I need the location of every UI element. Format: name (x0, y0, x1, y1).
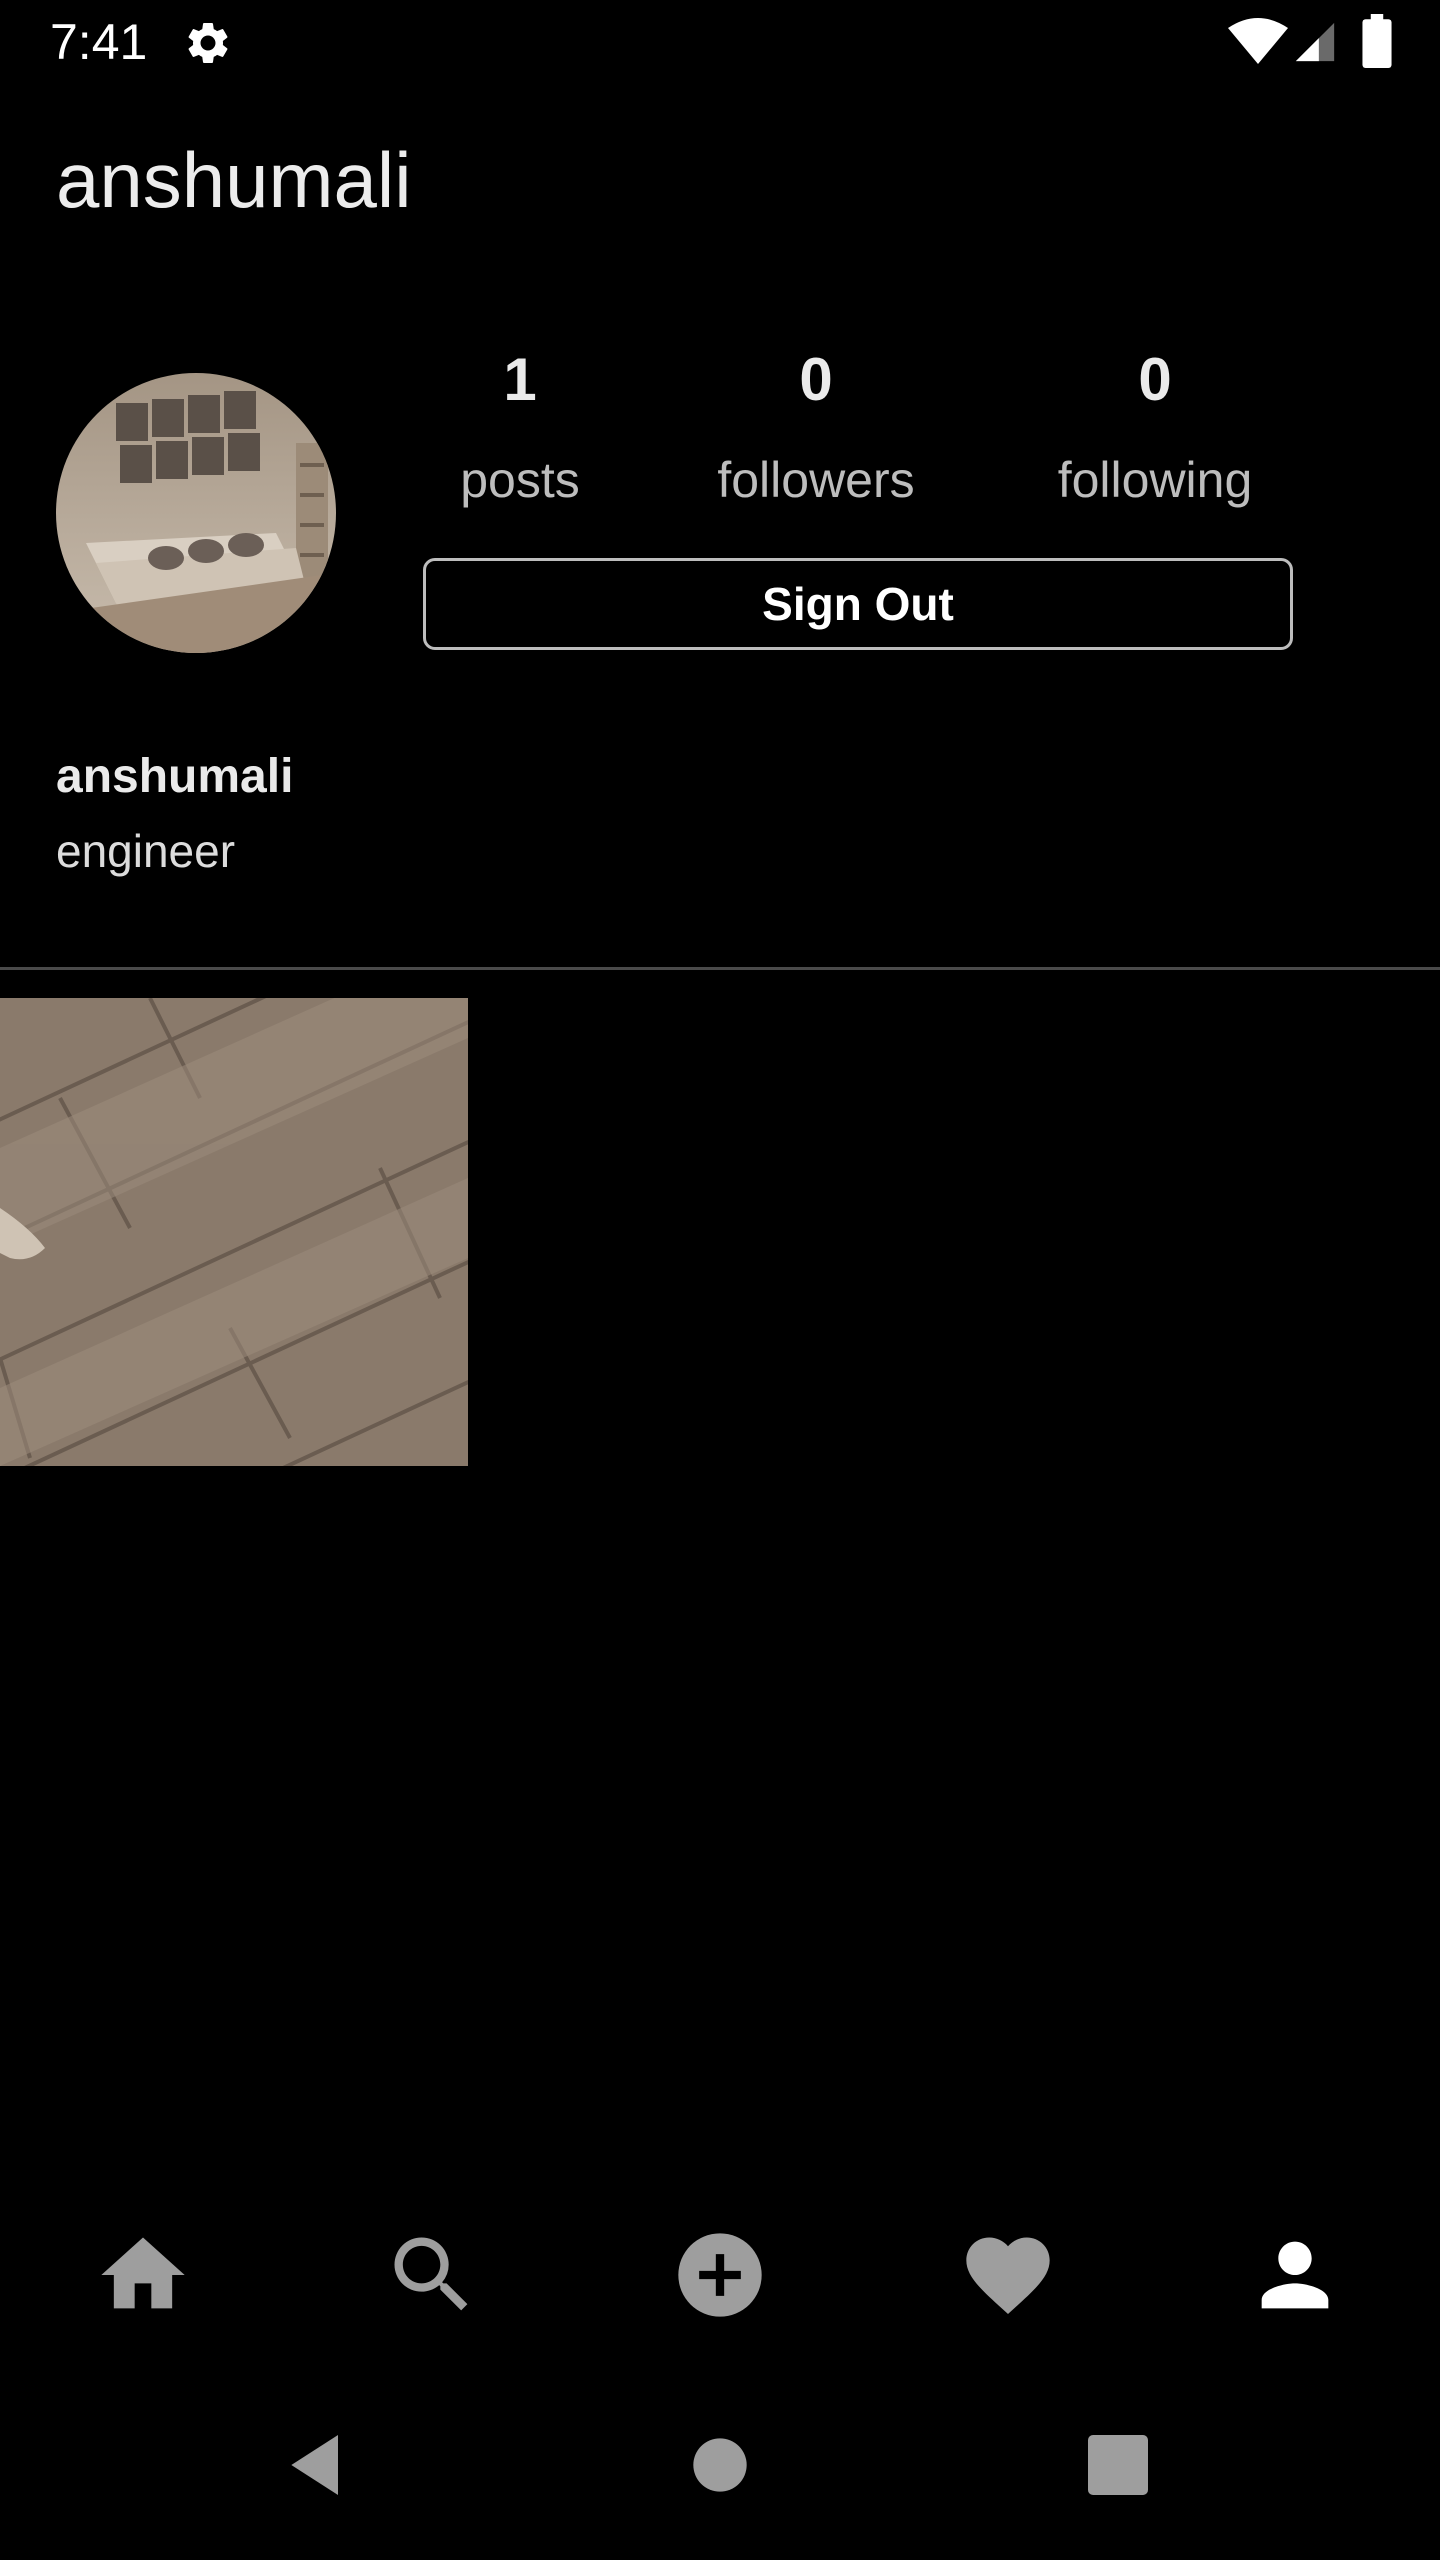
display-name: anshumali (56, 750, 294, 803)
battery-icon (1362, 14, 1392, 68)
activity-heart-icon[interactable] (958, 2225, 1058, 2325)
add-post-icon[interactable] (670, 2225, 770, 2325)
bio-text: engineer (56, 825, 236, 877)
home-circle-icon[interactable] (680, 2425, 760, 2505)
following-count[interactable]: 0 (995, 345, 1315, 415)
home-icon[interactable] (93, 2225, 193, 2325)
settings-icon (188, 22, 228, 63)
divider (0, 967, 1440, 970)
wifi-icon (1228, 18, 1288, 64)
posts-count: 1 (503, 346, 537, 413)
back-icon[interactable] (278, 2425, 358, 2505)
search-icon[interactable] (382, 2225, 482, 2325)
recents-icon[interactable] (1078, 2425, 1158, 2505)
following-label[interactable]: following (995, 450, 1315, 510)
followers-label[interactable]: followers (656, 450, 976, 510)
sign-out-button[interactable]: Sign Out (423, 558, 1293, 650)
avatar[interactable] (56, 373, 336, 653)
posts-label: posts (460, 452, 580, 508)
profile-icon[interactable] (1245, 2225, 1345, 2325)
page-title: anshumali (56, 136, 412, 224)
post-thumbnail[interactable] (0, 998, 468, 1466)
followers-count[interactable]: 0 (656, 345, 976, 415)
signal-icon (1295, 22, 1335, 62)
status-time: 7:41 (50, 14, 148, 70)
